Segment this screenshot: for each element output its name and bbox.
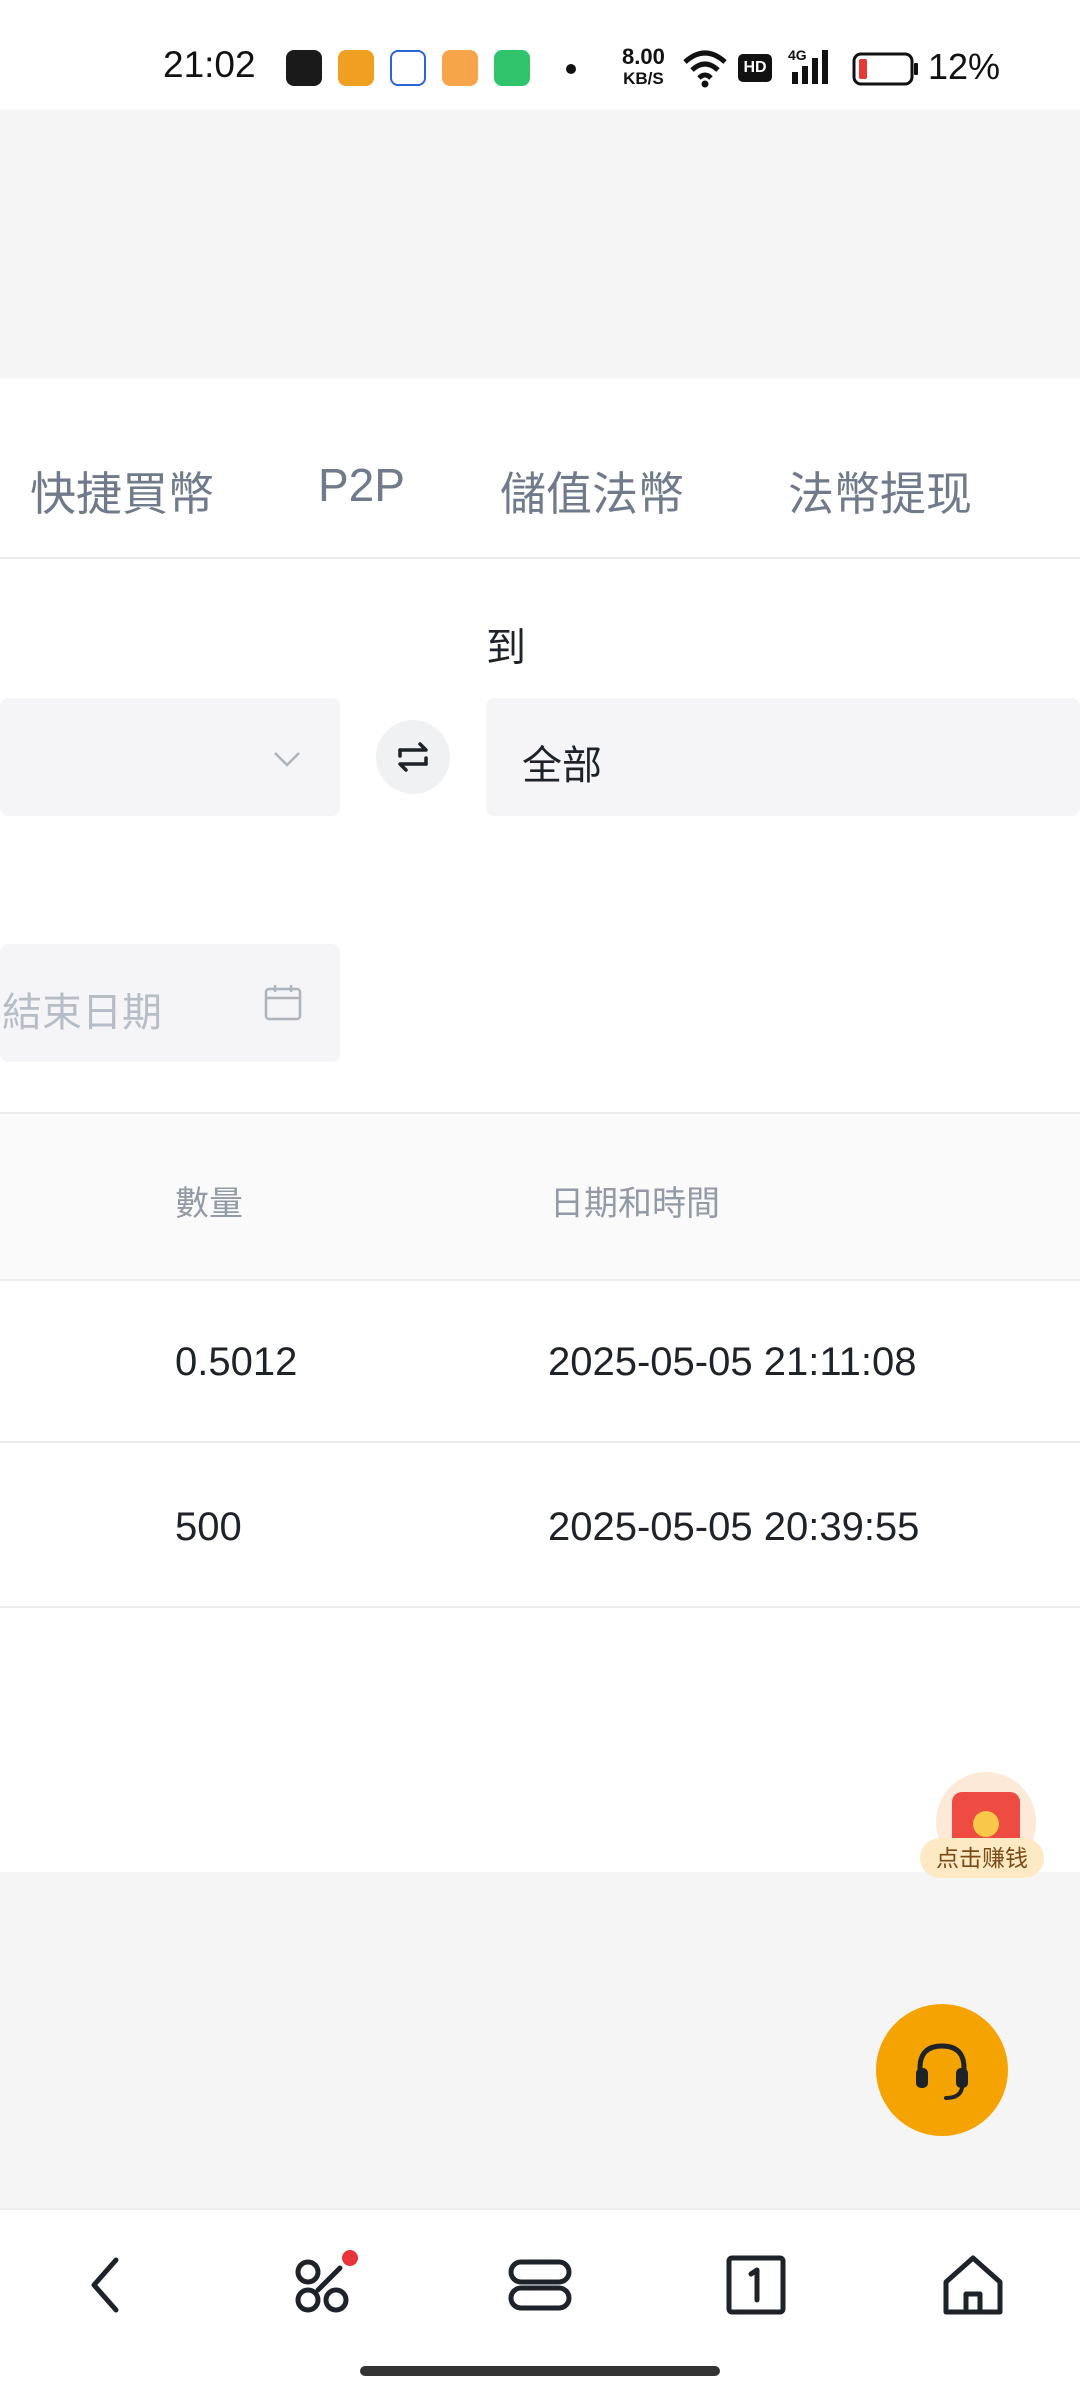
to-currency-value: 全部 [522, 744, 602, 788]
chevron-down-icon [274, 752, 300, 767]
tab-deposit-fiat[interactable]: 儲值法幣 [500, 458, 684, 524]
battery-percent: 12% [928, 46, 1001, 87]
customer-service-button[interactable] [876, 2004, 1008, 2136]
row-2-datetime: 2025-05-05 20:39:55 [548, 1505, 920, 1549]
tabs-overview-icon[interactable] [505, 2250, 575, 2320]
table-header [0, 1112, 1080, 1281]
calendar-icon [264, 985, 302, 1021]
app-icon-a [286, 50, 322, 86]
swap-button[interactable] [376, 720, 450, 794]
tab-p2p[interactable]: P2P [318, 458, 405, 512]
home-indicator[interactable] [360, 2366, 720, 2376]
tab-count-icon[interactable] [721, 2250, 791, 2320]
assistant-icon[interactable] [288, 2250, 358, 2320]
row-1-amount: 0.5012 [175, 1340, 298, 1384]
tab-quick-buy[interactable]: 快捷買幣 [30, 458, 214, 524]
4g-signal-icon: 4G [788, 47, 828, 84]
status-time: 21:02 [163, 44, 256, 85]
battery-icon [852, 52, 918, 86]
header-area [0, 110, 1080, 378]
wifi-icon [683, 50, 727, 88]
row-1-datetime: 2025-05-05 21:11:08 [548, 1340, 917, 1384]
app-icon-c [390, 50, 426, 86]
net-speed: 8.00 KB/S [622, 46, 665, 90]
tab-fiat-withdraw[interactable]: 法幣提现 [788, 458, 972, 524]
app-icon-imou [338, 50, 374, 86]
end-date-placeholder: 結束日期 [2, 991, 162, 1035]
row-2-amount: 500 [175, 1505, 242, 1549]
header-datetime: 日期和時間 [550, 1185, 720, 1223]
hd-icon: HD [738, 54, 772, 82]
to-label: 到 [486, 626, 526, 670]
net-speed-unit: KB/S [623, 69, 664, 88]
earn-money-label[interactable]: 点击赚钱 [920, 1838, 1044, 1878]
swap-icon [398, 742, 428, 772]
app-icon-battery-saver [494, 50, 530, 86]
home-icon[interactable] [938, 2250, 1008, 2320]
svg-text:4G: 4G [788, 47, 807, 63]
headset-icon [916, 2043, 968, 2100]
row-divider [0, 1606, 1080, 1608]
header-amount: 數量 [175, 1185, 243, 1223]
notification-dot [566, 64, 576, 74]
row-divider [0, 1441, 1080, 1443]
net-speed-value: 8.00 [622, 44, 665, 69]
back-icon[interactable] [72, 2250, 142, 2320]
app-icon-video [442, 50, 478, 86]
